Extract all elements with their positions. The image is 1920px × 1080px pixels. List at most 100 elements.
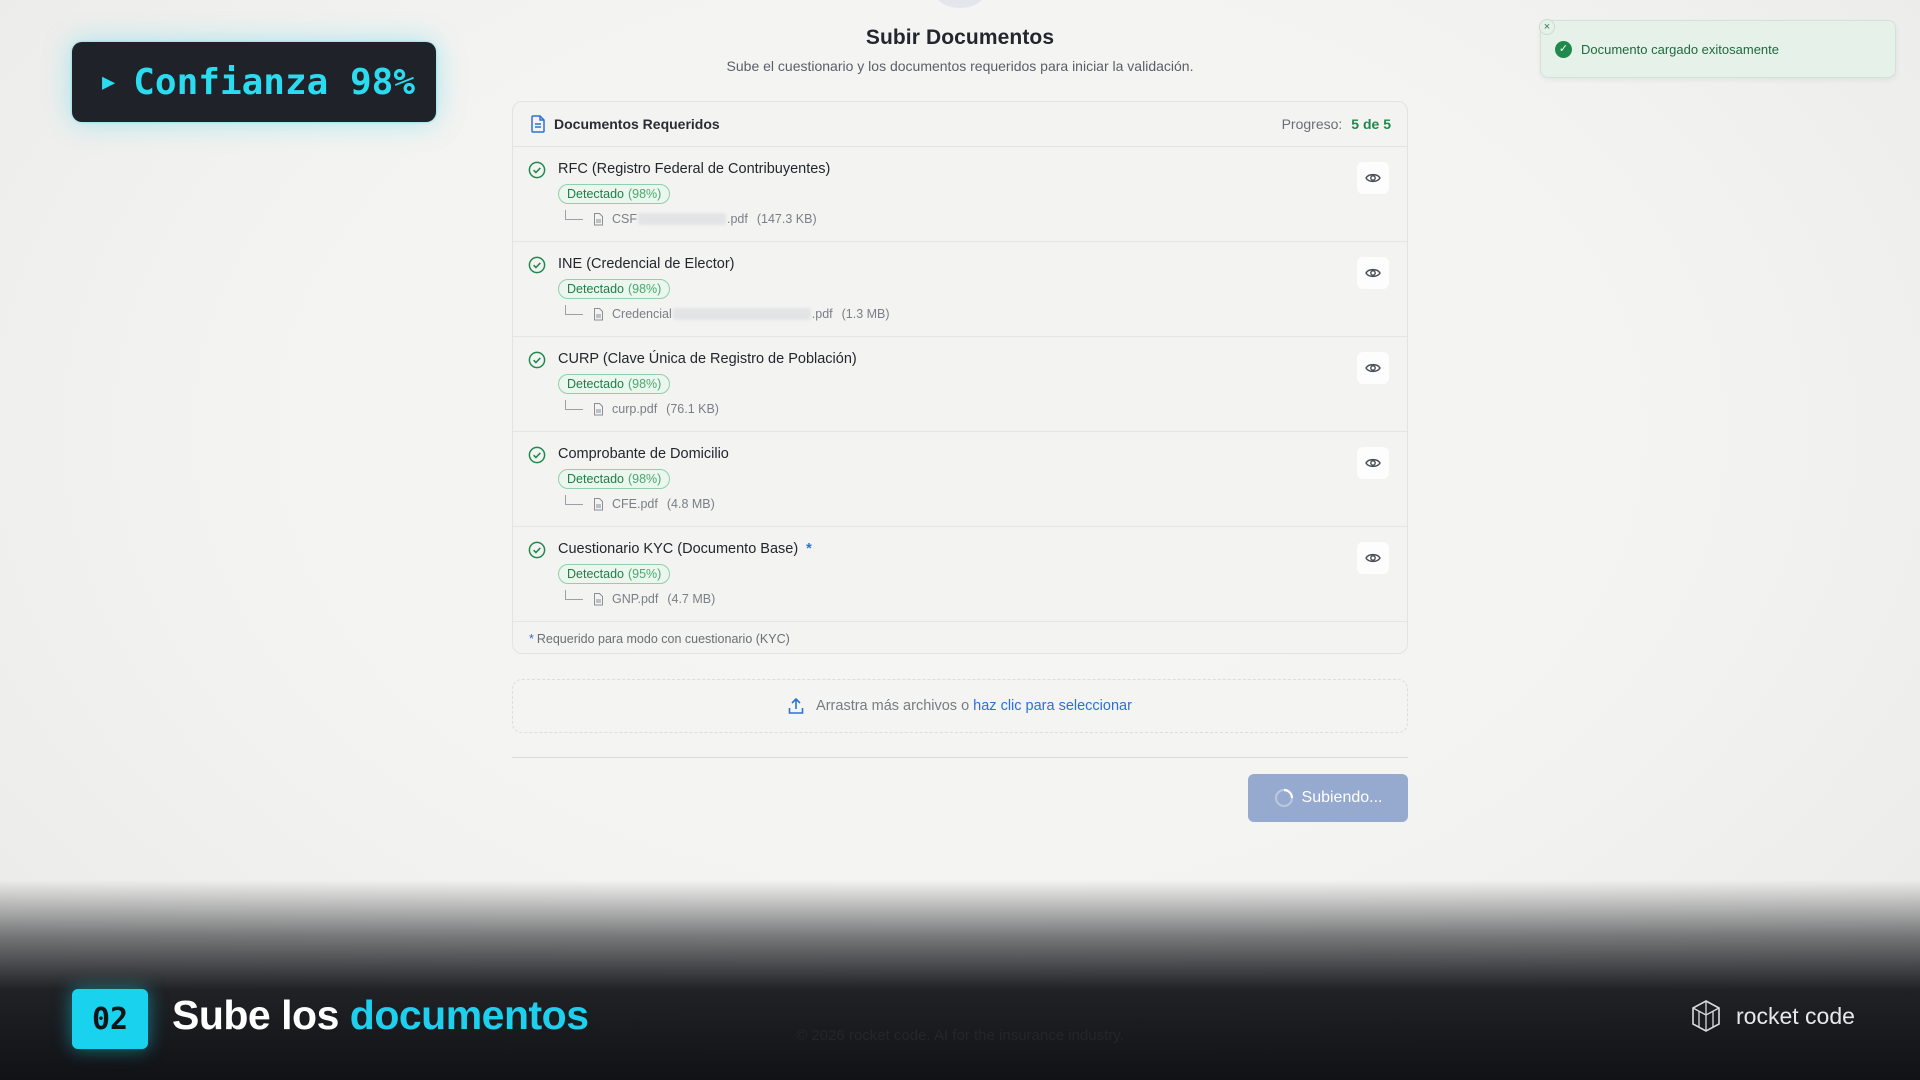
confidence-text: (98%)	[627, 282, 662, 296]
file-icon	[594, 592, 603, 605]
check-circle-icon: ✓	[1555, 40, 1572, 58]
file-line: curp.pdf (76.1 KB)	[565, 400, 719, 417]
play-icon: ▶	[102, 69, 116, 95]
file-line: CFE.pdf (4.8 MB)	[565, 495, 715, 512]
select-files-link[interactable]: haz clic para seleccionar	[973, 698, 1132, 714]
document-row-curp: CURP (Clave Única de Registro de Poblaci…	[513, 337, 1407, 432]
check-circle-icon	[528, 351, 546, 369]
redacted-filename	[638, 213, 726, 225]
confidence-label: Confianza 98%	[133, 61, 416, 103]
eye-icon	[1365, 363, 1381, 373]
confidence-text: (98%)	[627, 187, 662, 201]
status-text: Detectado	[567, 377, 624, 391]
footnote-text: Requerido para modo con cuestionario (KY…	[536, 631, 790, 646]
document-name-text: Cuestionario KYC (Documento Base)	[558, 541, 799, 557]
file-line: Credencial .pdf (1.3 MB)	[565, 305, 890, 322]
status-badge: Detectado (98%)	[558, 469, 671, 489]
divider	[512, 757, 1408, 758]
required-documents-card: Documentos Requeridos Progreso: 5 de 5 R…	[512, 101, 1408, 654]
check-circle-icon	[528, 446, 546, 464]
status-text: Detectado	[567, 187, 624, 201]
file-name-prefix: CSF	[612, 212, 637, 226]
step-title-plain: Sube los	[172, 992, 339, 1038]
file-size: (4.8 MB)	[666, 497, 715, 511]
file-name: curp.pdf	[612, 402, 658, 416]
file-dropzone[interactable]: Arrastra más archivos o haz clic para se…	[512, 679, 1408, 733]
close-icon[interactable]: ×	[1539, 19, 1555, 35]
status-badge: Detectado (95%)	[558, 564, 671, 584]
step-number: 02	[72, 989, 148, 1049]
document-row-domicilio: Comprobante de Domicilio Detectado (98%) …	[513, 432, 1407, 527]
check-circle-icon	[528, 161, 546, 179]
file-line: CSF .pdf (147.3 KB)	[565, 210, 817, 227]
file-name: CFE.pdf	[612, 497, 658, 511]
brand-name: rocket code	[1736, 1002, 1855, 1029]
eye-icon	[1365, 553, 1381, 563]
toast-message: Documento cargado exitosamente	[1581, 41, 1780, 57]
bottom-banner	[0, 880, 1920, 1080]
card-title: Documentos Requeridos	[554, 116, 720, 132]
footnote: * Requerido para modo con cuestionario (…	[513, 622, 1407, 653]
uploading-button[interactable]: Subiendo...	[1248, 774, 1408, 822]
spinner-icon	[1274, 788, 1293, 808]
confidence-text: (98%)	[627, 472, 662, 486]
tree-connector	[565, 305, 583, 315]
eye-icon	[1365, 268, 1381, 278]
progress-value: 5 de 5	[1351, 116, 1391, 132]
file-icon	[594, 402, 603, 415]
file-name-suffix: .pdf	[727, 212, 748, 226]
file-icon	[594, 497, 603, 510]
file-icon	[594, 307, 603, 320]
required-marker: *	[806, 541, 812, 557]
preview-button[interactable]	[1357, 447, 1389, 479]
status-badge: Detectado (98%)	[558, 184, 671, 204]
status-text: Detectado	[567, 567, 624, 581]
tree-connector	[565, 590, 583, 600]
file-name-prefix: Credencial	[612, 307, 672, 321]
file-size: (4.7 MB)	[667, 592, 716, 606]
progress-label: Progreso:	[1281, 116, 1343, 132]
document-row-rfc: RFC (Registro Federal de Contribuyentes)…	[513, 147, 1407, 242]
status-text: Detectado	[567, 282, 624, 296]
file-size: (76.1 KB)	[666, 402, 719, 416]
confidence-text: (98%)	[627, 377, 662, 391]
upload-icon	[788, 697, 804, 714]
document-row-ine: INE (Credencial de Elector) Detectado (98…	[513, 242, 1407, 337]
tree-connector	[565, 495, 583, 505]
document-name: INE (Credencial de Elector)	[558, 256, 735, 272]
file-name-suffix: .pdf	[811, 307, 833, 321]
dropzone-text: Arrastra más archivos o	[816, 698, 970, 714]
rocket-code-logo-icon	[1692, 1000, 1720, 1032]
top-avatar-circle	[936, 0, 984, 8]
card-header: Documentos Requeridos Progreso: 5 de 5	[513, 102, 1407, 147]
status-badge: Detectado (98%)	[558, 374, 671, 394]
document-name: CURP (Clave Única de Registro de Poblaci…	[558, 351, 857, 367]
step-title-highlight: documentos	[349, 992, 589, 1038]
uploading-label: Subiendo...	[1301, 789, 1383, 806]
step-title: Sube los documentos	[172, 992, 589, 1039]
redacted-filename	[672, 308, 811, 320]
eye-icon	[1365, 458, 1381, 468]
document-name: RFC (Registro Federal de Contribuyentes)	[558, 161, 831, 177]
preview-button[interactable]	[1357, 352, 1389, 384]
document-icon	[531, 115, 545, 133]
document-name: Comprobante de Domicilio	[558, 446, 729, 462]
tree-connector	[565, 210, 583, 220]
document-name: Cuestionario KYC (Documento Base) *	[558, 541, 812, 557]
check-circle-icon	[528, 256, 546, 274]
eye-icon	[1365, 173, 1381, 183]
preview-button[interactable]	[1357, 162, 1389, 194]
status-badge: Detectado (98%)	[558, 279, 671, 299]
tree-connector	[565, 400, 583, 410]
confidence-badge: ▶ Confianza 98%	[72, 42, 436, 122]
success-toast: × ✓ Documento cargado exitosamente	[1539, 19, 1896, 78]
status-text: Detectado	[567, 472, 624, 486]
preview-button[interactable]	[1357, 542, 1389, 574]
check-circle-icon	[528, 541, 546, 559]
confidence-text: (95%)	[627, 567, 662, 581]
file-size: (147.3 KB)	[756, 212, 817, 226]
file-size: (1.3 MB)	[841, 307, 890, 321]
document-row-kyc: Cuestionario KYC (Documento Base) * Detec…	[513, 527, 1407, 622]
footnote-star: *	[529, 631, 534, 646]
preview-button[interactable]	[1357, 257, 1389, 289]
